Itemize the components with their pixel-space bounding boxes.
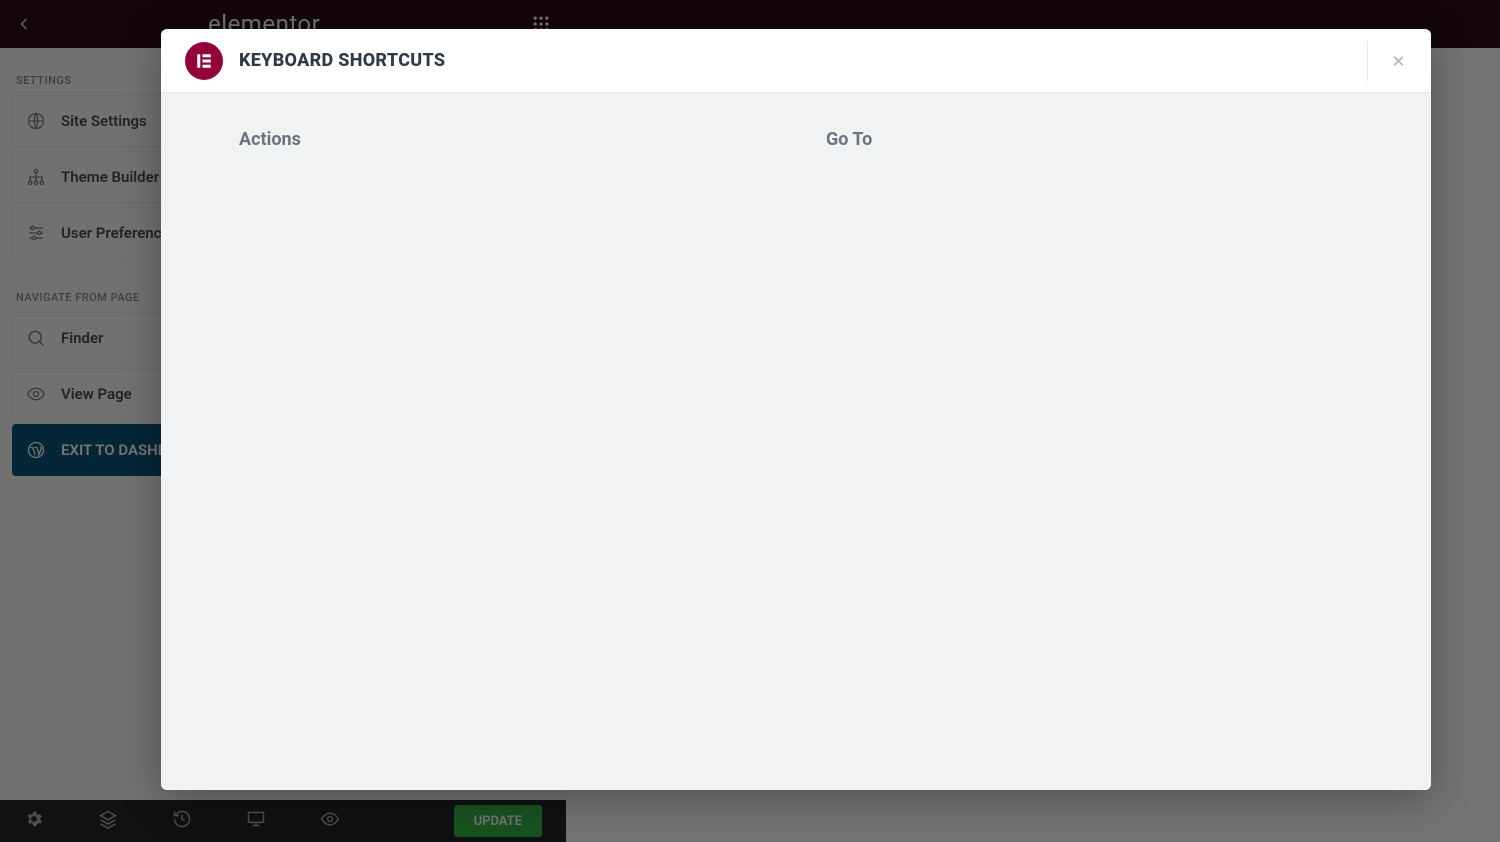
modal-title: KEYBOARD SHORTCUTS [239,50,445,71]
modal-body: Actions Go To UndoCmd+ZRedoCmd+Shift+ZCo… [161,93,1431,790]
close-icon [1390,52,1407,70]
column-header-goto: Go To [796,93,1431,174]
keyboard-shortcuts-modal: KEYBOARD SHORTCUTS Actions Go To UndoCmd… [161,29,1431,790]
column-header-actions: Actions [161,93,796,174]
modal-close-button[interactable] [1367,41,1407,81]
modal-header: KEYBOARD SHORTCUTS [161,29,1431,93]
elementor-logo-icon [185,42,223,80]
